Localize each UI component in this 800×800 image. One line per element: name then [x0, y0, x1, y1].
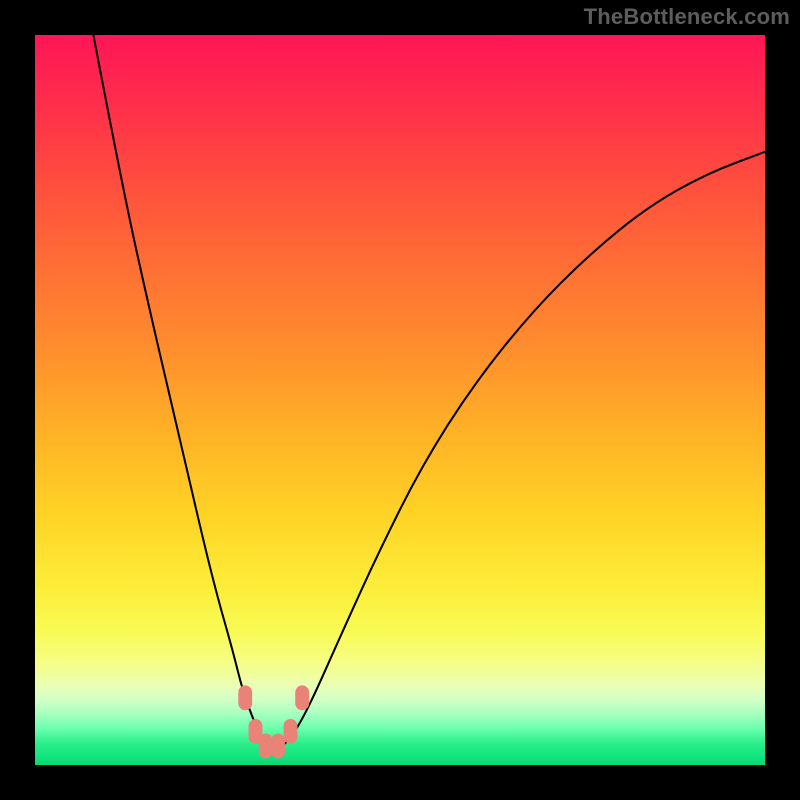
- trough-marker: [259, 734, 273, 759]
- trough-marker: [295, 685, 309, 710]
- trough-markers: [238, 685, 309, 758]
- trough-marker: [271, 734, 285, 759]
- curve-svg: [35, 35, 765, 765]
- bottleneck-curve: [93, 35, 765, 747]
- watermark-text: TheBottleneck.com: [584, 4, 790, 30]
- trough-marker: [284, 719, 298, 744]
- trough-marker: [238, 685, 252, 710]
- plot-area: [35, 35, 765, 765]
- chart-frame: TheBottleneck.com: [0, 0, 800, 800]
